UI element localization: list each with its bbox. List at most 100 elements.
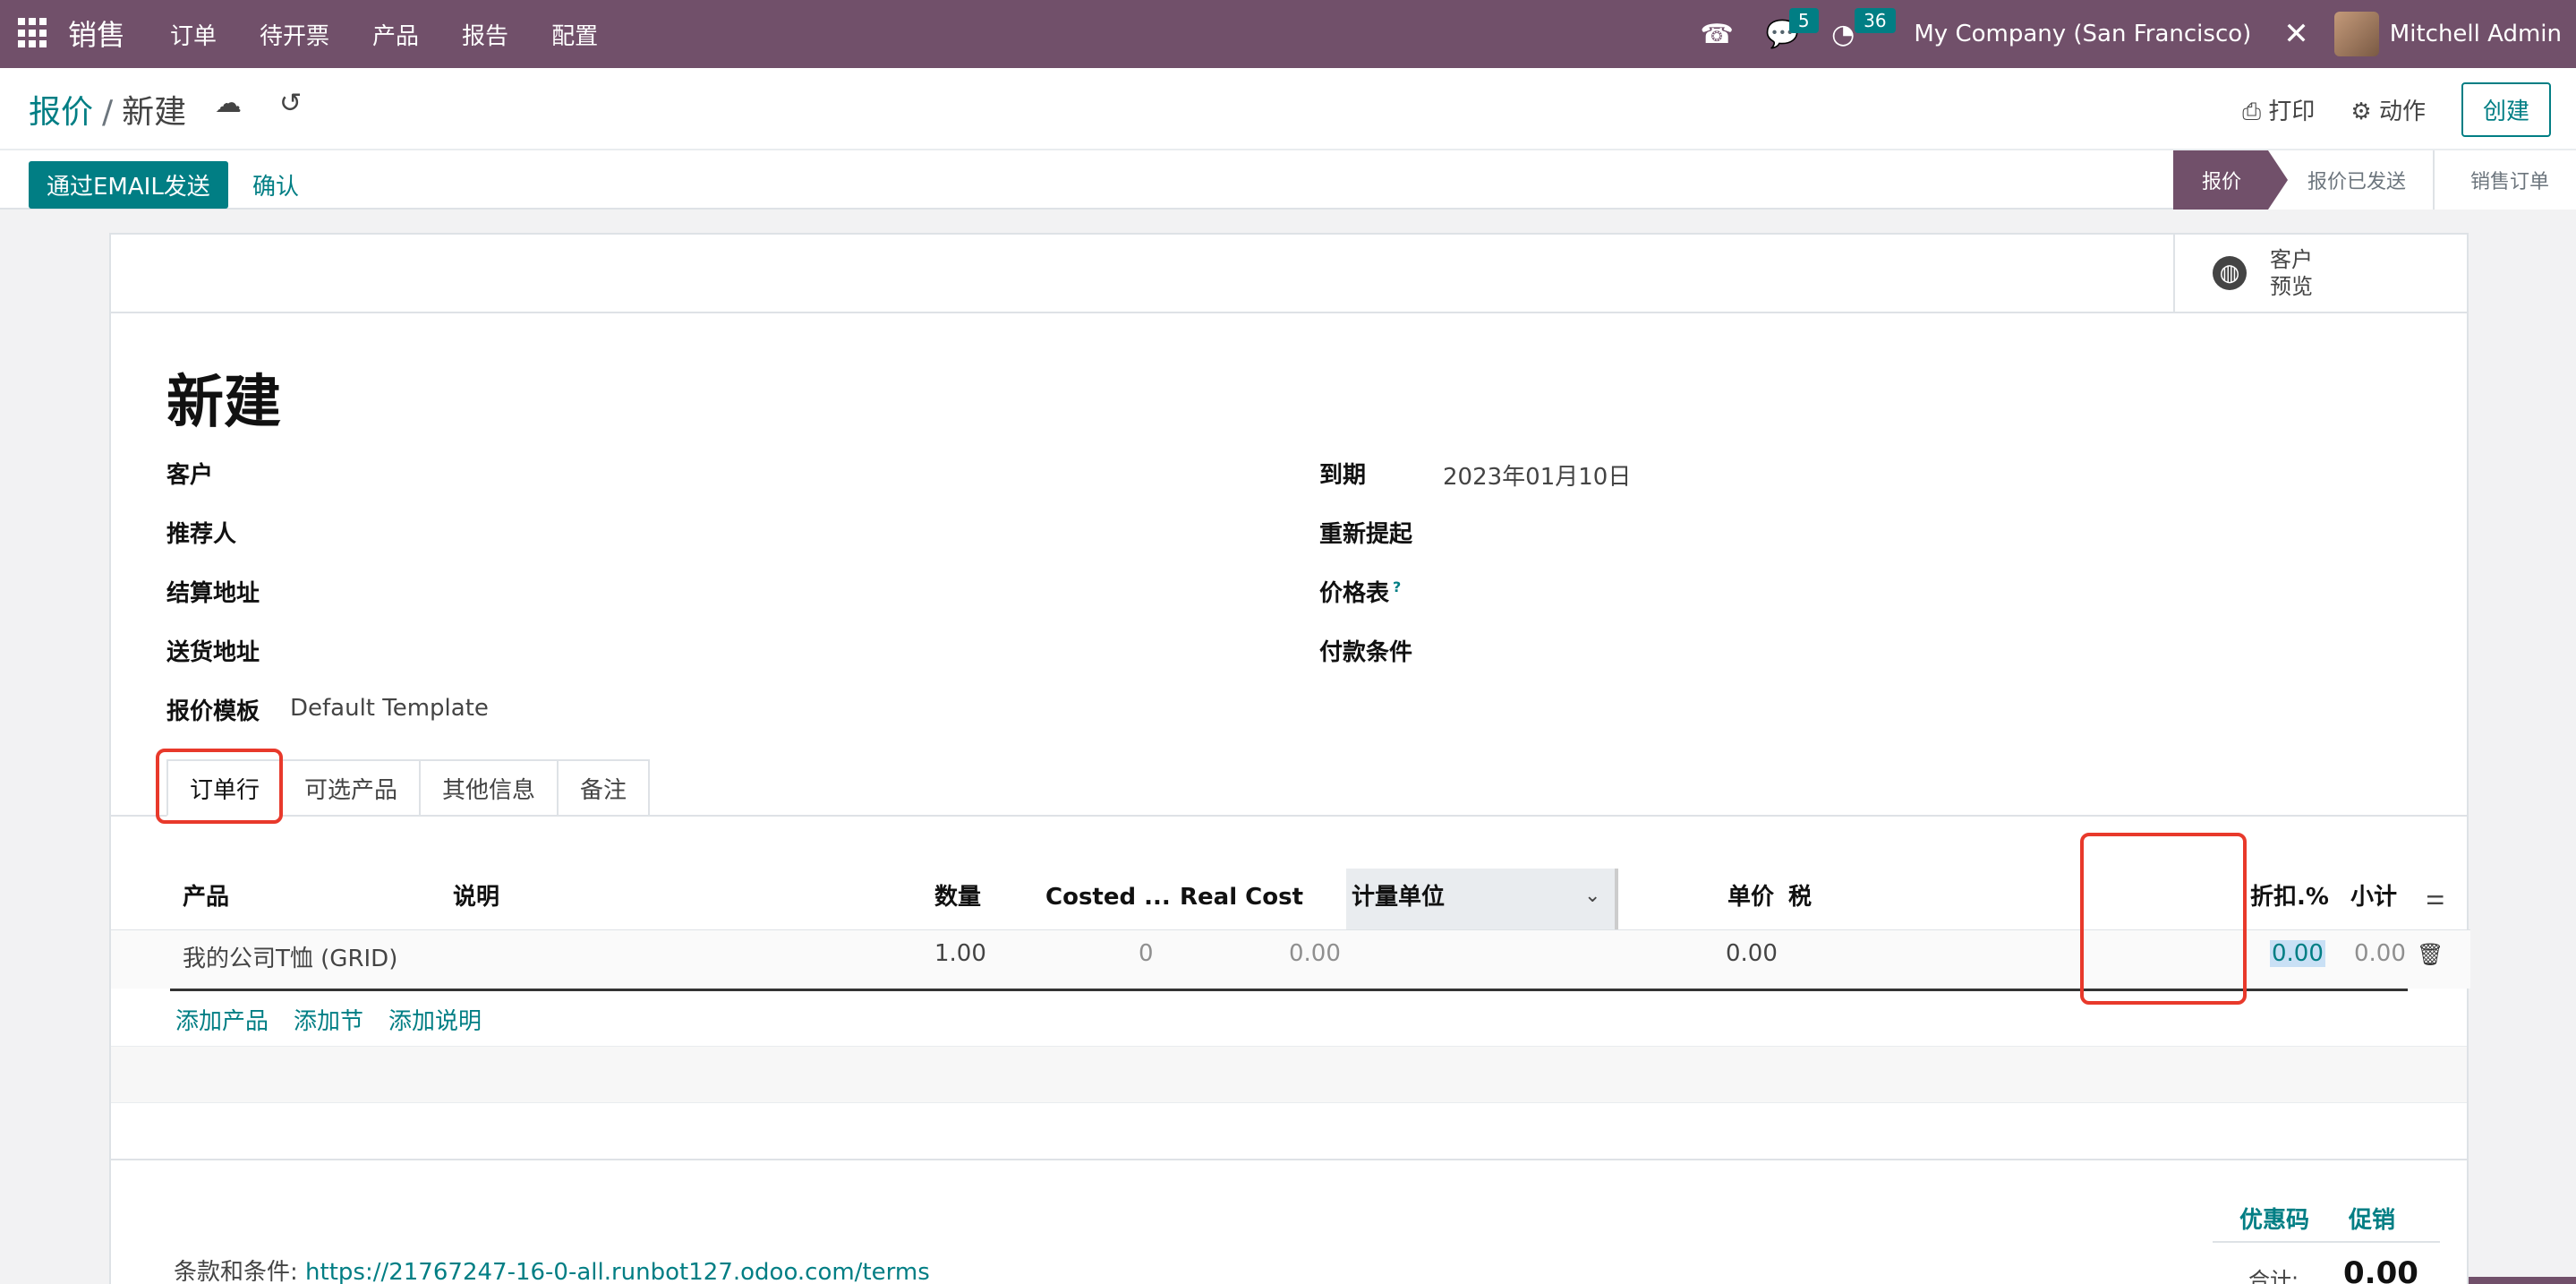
customer-preview-button[interactable]: ◍ 客户 预览 <box>2173 235 2467 312</box>
menu-item-configuration[interactable]: 配置 <box>551 18 598 51</box>
empty-row <box>111 1046 2467 1103</box>
header-quantity[interactable]: 数量 <box>934 869 981 926</box>
cell-real-cost: 0.00 <box>1289 940 1341 967</box>
activity-clock-icon[interactable]: ◔ 36 <box>1831 7 1896 50</box>
terms-link[interactable]: https://21767247-16-0-all.runbot127.odoo… <box>305 1259 930 1284</box>
pricelist-help-icon[interactable]: ? <box>1393 578 1401 595</box>
gear-icon: ⚙ <box>2350 98 2379 125</box>
optional-columns-icon[interactable]: ⚌ <box>2426 885 2445 910</box>
customer-label: 客户 <box>166 462 214 489</box>
phone-icon[interactable]: ☎ <box>1700 19 1733 50</box>
highlight-discount-column <box>2080 833 2247 1005</box>
menu-item-orders[interactable]: 订单 <box>170 18 217 51</box>
divider <box>2213 1241 2440 1243</box>
header-description[interactable]: 说明 <box>453 869 499 926</box>
control-panel: 报价 / 新建 ☁ ↺ ⎙ 打印 ⚙ 动作 创建 通过EMAIL发送 确认 报价 报… <box>0 68 2576 210</box>
discard-undo-icon[interactable]: ↺ <box>279 88 302 119</box>
header-product[interactable]: 产品 <box>183 869 229 926</box>
breadcrumb: 报价 / 新建 <box>29 86 186 133</box>
promotions-button[interactable]: 促销 <box>2349 1202 2395 1235</box>
tab-notes[interactable]: 备注 <box>559 759 651 817</box>
cell-subtotal: 0.00 <box>2354 940 2406 967</box>
debug-tools-icon[interactable]: ✕ <box>2283 16 2309 52</box>
print-button[interactable]: ⎙ 打印 <box>2242 93 2315 126</box>
create-button[interactable]: 创建 <box>2461 82 2551 137</box>
button-box: ◍ 客户 预览 <box>111 235 2467 313</box>
column-resize-handle[interactable] <box>1615 869 1618 929</box>
highlight-order-lines-tab <box>156 749 283 824</box>
chat-count-badge: 5 <box>1788 7 1819 33</box>
status-bar: 通过EMAIL发送 确认 报价 报价已发送 销售订单 <box>0 150 2576 210</box>
header-real-cost[interactable]: Real Cost <box>1180 869 1303 926</box>
stage-quotation[interactable]: 报价 <box>2172 150 2288 210</box>
stage-quotation-sent[interactable]: 报价已发送 <box>2267 150 2435 210</box>
cell-unit-price[interactable]: 0.00 <box>1726 940 1778 967</box>
status-stages: 报价 报价已发送 销售订单 <box>2172 150 2576 210</box>
preview-label-line1: 客户 <box>2270 247 2313 272</box>
quotation-template-label: 报价模板 <box>166 698 260 725</box>
menu-item-to-invoice[interactable]: 待开票 <box>260 18 329 51</box>
pricelist-label: 价格表? <box>1319 575 1401 608</box>
quotation-template-field[interactable]: Default Template <box>290 695 489 722</box>
breadcrumb-separator: / <box>102 94 114 131</box>
menu-item-products[interactable]: 产品 <box>372 18 419 51</box>
activity-count-badge: 36 <box>1855 7 1896 33</box>
main-menu: 订单 待开票 产品 报告 配置 <box>170 18 598 51</box>
cloud-save-icon[interactable]: ☁ <box>215 88 242 119</box>
action-button[interactable]: ⚙ 动作 <box>2350 93 2426 126</box>
stage-sales-order[interactable]: 销售订单 <box>2434 150 2576 210</box>
company-switcher[interactable]: My Company (San Francisco) <box>1914 21 2251 47</box>
record-title: 新建 <box>166 370 281 436</box>
send-by-email-button[interactable]: 通过EMAIL发送 <box>29 161 228 209</box>
header-tax[interactable]: 税 <box>1788 869 1812 926</box>
scroll-indicator <box>2469 1277 2576 1284</box>
menu-item-reporting[interactable]: 报告 <box>462 18 508 51</box>
app-title[interactable]: 销售 <box>68 13 125 54</box>
form-sheet: ◍ 客户 预览 新建 客户 推荐人 结算地址 送货地址 报价模板 Default… <box>109 233 2470 1284</box>
avatar[interactable] <box>2333 12 2379 56</box>
pricelist-label-text: 价格表 <box>1319 580 1390 607</box>
total-label: 合计: <box>2248 1268 2299 1284</box>
header-discount[interactable]: 折扣.% <box>2250 869 2329 926</box>
apps-grid-icon[interactable] <box>18 18 48 48</box>
reminder-label: 重新提起 <box>1319 521 1413 548</box>
total-value: 0.00 <box>2343 1255 2418 1284</box>
globe-icon: ◍ <box>2213 256 2247 290</box>
header-unit-price[interactable]: 单价 <box>1727 869 1774 926</box>
add-product-link[interactable]: 添加产品 <box>175 1003 269 1036</box>
breadcrumb-quotations[interactable]: 报价 <box>29 94 93 131</box>
add-section-link[interactable]: 添加节 <box>294 1003 363 1036</box>
cell-product[interactable]: 我的公司T恤 (GRID) <box>183 940 397 973</box>
discount-input[interactable]: 0.00 <box>2270 940 2325 967</box>
header-uom[interactable]: 计量单位 <box>1352 869 1445 926</box>
add-note-link[interactable]: 添加说明 <box>388 1003 482 1036</box>
header-subtotal[interactable]: 小计 <box>2350 869 2397 926</box>
cell-discount[interactable]: 0.00 <box>2270 940 2325 967</box>
promo-buttons: 优惠码 促销 <box>2239 1202 2395 1235</box>
header-costed[interactable]: Costed ... <box>1045 869 1171 926</box>
navbar-right: ☎ 💬 5 ◔ 36 My Company (San Francisco) ✕ Mi… <box>1700 0 2576 68</box>
chevron-down-icon[interactable]: ⌄ <box>1584 885 1600 907</box>
cell-costed: 0 <box>1139 940 1154 967</box>
confirm-button[interactable]: 确认 <box>252 168 299 201</box>
trash-icon[interactable]: 🗑 <box>2417 942 2444 967</box>
action-label: 动作 <box>2378 98 2426 125</box>
printer-icon: ⎙ <box>2242 98 2269 125</box>
chat-icon[interactable]: 💬 5 <box>1766 7 1819 50</box>
tab-other-info[interactable]: 其他信息 <box>421 759 559 817</box>
expiration-label: 到期 <box>1319 462 1367 489</box>
expiration-field[interactable]: 2023年01月10日 <box>1443 458 1631 492</box>
delivery-address-label: 送货地址 <box>166 639 260 666</box>
preview-label-line2: 预览 <box>2270 274 2313 299</box>
add-line-links: 添加产品 添加节 添加说明 <box>175 1003 482 1036</box>
invoice-address-label: 结算地址 <box>166 580 260 607</box>
row-edit-underline <box>170 989 2408 991</box>
terms-and-conditions: 条款和条件: https://21767247-16-0-all.runbot1… <box>174 1254 930 1284</box>
terms-label: 条款和条件: <box>174 1259 298 1284</box>
preview-label: 客户 预览 <box>2270 246 2313 300</box>
coupon-button[interactable]: 优惠码 <box>2239 1202 2309 1235</box>
print-label: 打印 <box>2268 98 2316 125</box>
cell-quantity[interactable]: 1.00 <box>934 940 986 967</box>
user-menu[interactable]: Mitchell Admin <box>2390 21 2562 47</box>
tab-optional-products[interactable]: 可选产品 <box>283 759 422 817</box>
